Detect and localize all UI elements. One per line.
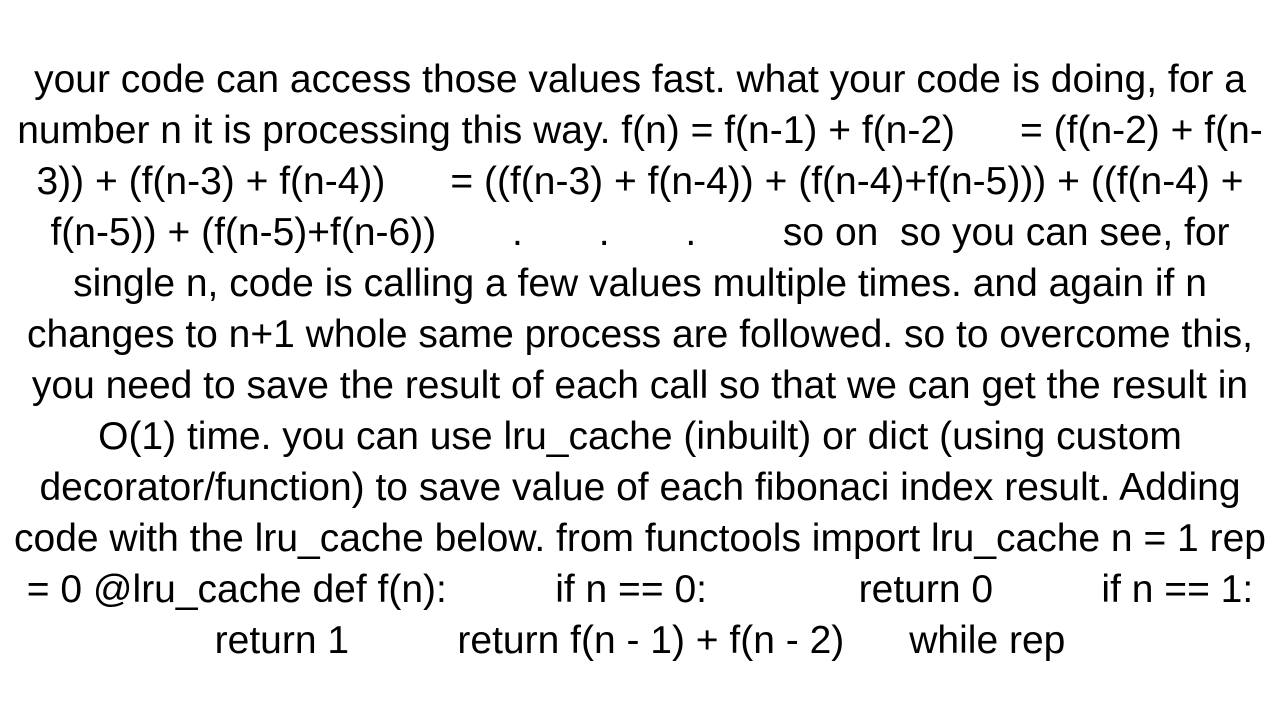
document-body: your code can access those values fast. … xyxy=(10,54,1270,667)
